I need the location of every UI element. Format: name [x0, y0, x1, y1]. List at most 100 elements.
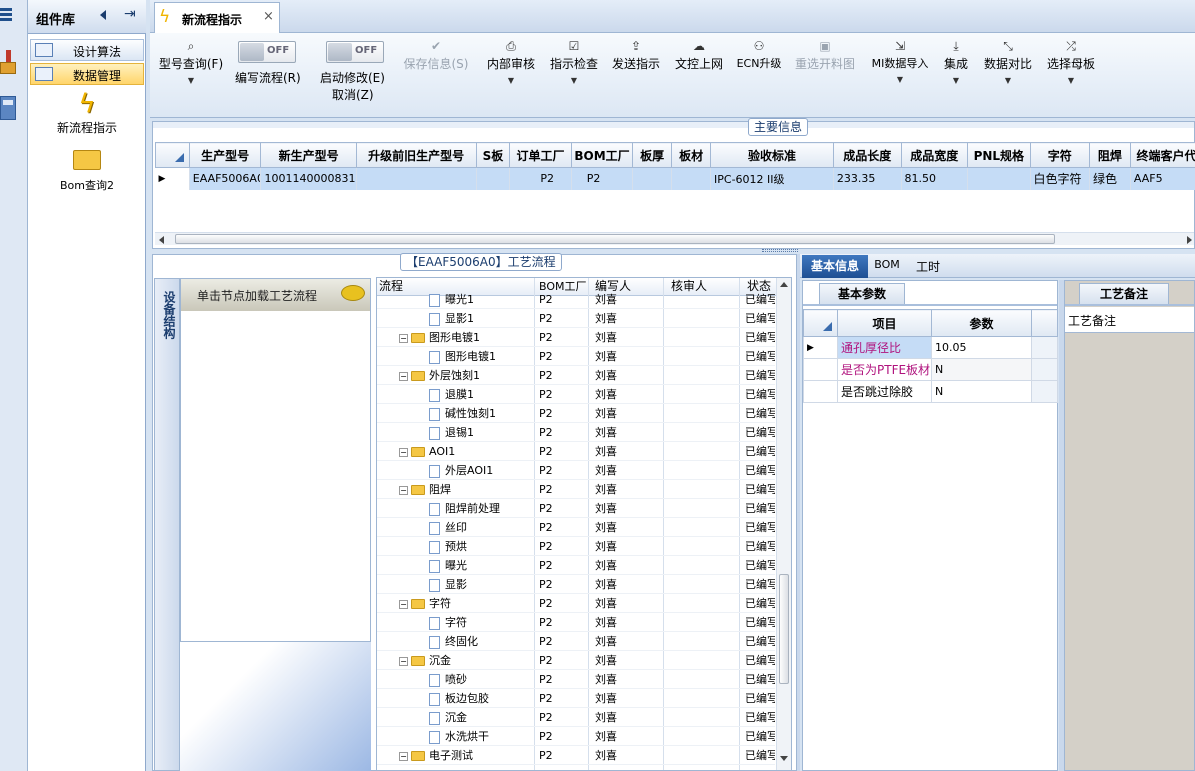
collapse-toggle-icon[interactable]: −	[399, 485, 408, 495]
start-modify-toggle[interactable]: OFF	[326, 41, 384, 63]
scroll-down-icon[interactable]	[780, 756, 788, 761]
basic-params-tab[interactable]: 基本参数	[819, 283, 905, 305]
bom-factory-cell[interactable]: P2	[539, 328, 553, 347]
status-cell[interactable]: 已编写	[745, 309, 775, 328]
writer-cell[interactable]: 刘喜	[595, 328, 617, 347]
writer-cell[interactable]: 刘喜	[595, 594, 617, 613]
writer-cell[interactable]: 刘喜	[595, 385, 617, 404]
vertical-scrollbar[interactable]	[776, 278, 791, 770]
writer-cell[interactable]: 刘喜	[595, 404, 617, 423]
status-cell[interactable]: 已编写	[745, 385, 775, 404]
tree-leaf-row[interactable]: 曝光1 P2 刘喜 已编写	[377, 290, 775, 309]
nav-item-data-management[interactable]: 数据管理	[30, 63, 144, 85]
status-cell[interactable]: 已编写	[745, 651, 775, 670]
scroll-thumb[interactable]	[175, 234, 1055, 244]
writer-cell[interactable]: 刘喜	[595, 689, 617, 708]
collapse-toggle-icon[interactable]: −	[399, 656, 408, 666]
column-header[interactable]: 参数	[931, 309, 1032, 337]
tree-leaf-row[interactable]: 外层AOI1 P2 刘喜 已编写	[377, 461, 775, 480]
internal-review-button[interactable]: ⎙ 内部审核 ▼	[478, 33, 544, 86]
process-name-cell[interactable]: 退锡1	[429, 423, 532, 442]
status-cell[interactable]: 已编写	[745, 328, 775, 347]
writer-cell[interactable]: 刘喜	[595, 632, 617, 651]
collapse-toggle-icon[interactable]: −	[399, 333, 408, 343]
process-name-cell[interactable]: 丝印	[429, 518, 532, 537]
column-header[interactable]: 生产型号	[188, 142, 262, 168]
process-name-cell[interactable]: − 阻焊	[399, 480, 532, 499]
status-cell[interactable]: 已编写	[745, 480, 775, 499]
integrate-button[interactable]: ⤓ 集成 ▼	[938, 33, 974, 86]
model-query-button[interactable]: ⌕ 型号查询(F) ▼	[155, 33, 227, 86]
process-name-cell[interactable]: 沉金	[429, 708, 532, 727]
table-cell[interactable]: 81.50	[901, 167, 969, 190]
column-header[interactable]: 终端客户代码	[1129, 142, 1195, 168]
tree-folder-row[interactable]: − 图形电镀1 P2 刘喜 已编写	[377, 328, 775, 347]
column-header[interactable]: 字符	[1029, 142, 1090, 168]
tree-leaf-row[interactable]: 退锡1 P2 刘喜 已编写	[377, 423, 775, 442]
bom-factory-cell[interactable]: P2	[539, 366, 553, 385]
tree-leaf-row[interactable]: 终固化 P2 刘喜 已编写	[377, 632, 775, 651]
writer-cell[interactable]: 刘喜	[595, 746, 617, 765]
bom-factory-cell[interactable]: P2	[539, 518, 553, 537]
table-cell[interactable]	[476, 167, 511, 190]
process-name-cell[interactable]: 曝光1	[429, 290, 532, 309]
table-cell[interactable]	[356, 167, 477, 190]
writer-cell[interactable]: 刘喜	[595, 537, 617, 556]
chevron-down-icon[interactable]: ▼	[508, 76, 514, 85]
column-header[interactable]: 成品宽度	[900, 142, 969, 168]
status-cell[interactable]: 已编写	[745, 404, 775, 423]
chevron-down-icon[interactable]: ▼	[897, 75, 903, 84]
bom-factory-cell[interactable]: P2	[539, 499, 553, 518]
bom-factory-cell[interactable]: P2	[539, 632, 553, 651]
chevron-down-icon[interactable]: ▼	[953, 76, 959, 85]
column-header[interactable]: BOM工厂	[570, 142, 634, 168]
bom-factory-cell[interactable]: P2	[539, 480, 553, 499]
vertical-tab-equipment[interactable]: 设备结构	[154, 278, 180, 771]
tab-new-flow[interactable]: ϟ 新流程指示 ×	[154, 2, 280, 33]
collapse-toggle-icon[interactable]: −	[399, 371, 408, 381]
process-name-cell[interactable]: − 图形电镀1	[399, 328, 532, 347]
select-motherboard-button[interactable]: ⤮ 选择母板 ▼	[1042, 33, 1100, 86]
process-name-cell[interactable]: 曝光	[429, 556, 532, 575]
bom-factory-cell[interactable]: P2	[539, 385, 553, 404]
tree-leaf-row[interactable]: 退膜1 P2 刘喜 已编写	[377, 385, 775, 404]
tree-folder-row[interactable]: − 外层蚀刻1 P2 刘喜 已编写	[377, 366, 775, 385]
close-icon[interactable]: ×	[263, 9, 274, 24]
column-header[interactable]: PNL规格	[967, 142, 1031, 168]
table-row[interactable]: ▶ 通孔厚径比 10.05	[803, 336, 1058, 359]
bom-factory-cell[interactable]: P2	[539, 556, 553, 575]
status-cell[interactable]: 已编写	[745, 594, 775, 613]
tree-leaf-row[interactable]: 曝光 P2 刘喜 已编写	[377, 556, 775, 575]
status-cell[interactable]: 已编写	[745, 613, 775, 632]
process-name-cell[interactable]: 碱性蚀刻1	[429, 404, 532, 423]
process-name-cell[interactable]: 显影1	[429, 309, 532, 328]
component-new-flow[interactable]: ϟ 新流程指示	[28, 89, 146, 139]
bom-factory-cell[interactable]: P2	[539, 594, 553, 613]
table-cell[interactable]	[671, 167, 712, 190]
process-name-cell[interactable]: 阻焊前处理	[429, 499, 532, 518]
param-item[interactable]: 是否为PTFE板材	[837, 358, 932, 381]
scroll-thumb[interactable]	[779, 574, 789, 684]
process-name-cell[interactable]: 喷砂	[429, 670, 532, 689]
scroll-up-icon[interactable]	[780, 282, 788, 287]
bom-factory-cell[interactable]: P2	[539, 708, 553, 727]
table-row[interactable]: 是否跳过除胶 N	[803, 380, 1058, 403]
process-name-cell[interactable]: 显影	[429, 575, 532, 594]
tree-folder-row[interactable]: − 电子测试 P2 刘喜 已编写	[377, 746, 775, 765]
chevron-down-icon[interactable]: ▼	[571, 76, 577, 85]
horizontal-scrollbar[interactable]	[155, 232, 1194, 245]
bom-factory-cell[interactable]: P2	[539, 689, 553, 708]
column-header[interactable]: 升级前旧生产型号	[355, 142, 477, 168]
collapse-toggle-icon[interactable]: −	[399, 599, 408, 609]
process-name-cell[interactable]: 外层AOI1	[429, 461, 532, 480]
tree-leaf-row[interactable]: 显影1 P2 刘喜 已编写	[377, 309, 775, 328]
bom-factory-cell[interactable]: P2	[539, 347, 553, 366]
status-cell[interactable]: 已编写	[745, 556, 775, 575]
param-value[interactable]: N	[931, 358, 1032, 381]
save-info-button[interactable]: ✔ 保存信息(S)	[400, 33, 472, 72]
process-name-cell[interactable]: − 电子测试	[399, 746, 532, 765]
splitter-handle[interactable]	[797, 254, 800, 771]
splitter-grip-icon[interactable]	[762, 249, 798, 252]
writer-cell[interactable]: 刘喜	[595, 556, 617, 575]
table-cell[interactable]	[632, 167, 673, 190]
